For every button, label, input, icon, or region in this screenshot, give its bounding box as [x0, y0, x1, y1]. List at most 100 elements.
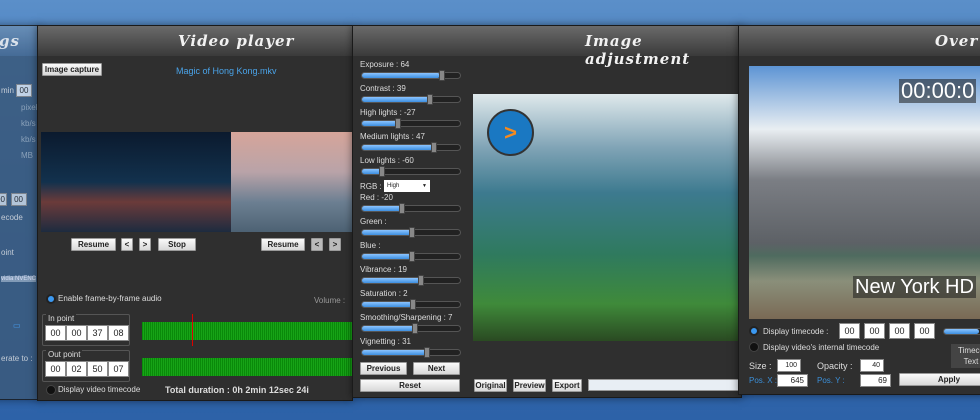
posy-field[interactable]: 69 [860, 374, 891, 387]
frame-audio-radio[interactable] [46, 294, 56, 304]
internal-timecode-radio[interactable] [749, 342, 759, 352]
slider-handle[interactable] [427, 94, 433, 105]
slider-label: Vignetting : 31 [360, 337, 412, 346]
audio-waveform-out[interactable] [142, 358, 352, 376]
slider-label: Blue : [360, 241, 381, 250]
audio-waveform-in[interactable] [142, 322, 352, 340]
slider-handle[interactable] [410, 299, 416, 310]
display-timecode-label: Display timecode : [763, 327, 829, 336]
point-label: oint [1, 248, 14, 257]
slider-handle[interactable] [431, 142, 437, 153]
adjustment-slider[interactable] [361, 347, 461, 358]
rgb-select[interactable]: High ▼ [384, 180, 430, 192]
adjustment-slider[interactable] [361, 166, 461, 177]
slider-fill [362, 326, 414, 331]
tc-field[interactable]: 00 [0, 193, 7, 206]
slider-handle[interactable] [399, 203, 405, 214]
internal-timecode-label: Display video's internal timecode [763, 343, 880, 352]
min-field[interactable]: 00 [16, 84, 32, 97]
out-point-frames[interactable]: 07 [108, 361, 129, 377]
in-point-frames[interactable]: 08 [108, 325, 129, 341]
adjustment-slider[interactable] [361, 227, 461, 238]
posx-field[interactable]: 645 [777, 374, 808, 387]
title-bar: gs [0, 26, 39, 56]
slider-handle[interactable] [395, 118, 401, 129]
display-timecode-label: Display video timecode [58, 385, 141, 394]
adjustment-slider[interactable] [361, 299, 461, 310]
text-overlay[interactable]: New York HD [853, 276, 976, 298]
original-button[interactable]: Original [474, 379, 507, 392]
adjustment-slider[interactable] [361, 94, 461, 105]
resume-button[interactable]: Resume [71, 238, 116, 251]
slider-fill [362, 278, 420, 283]
slider-fill [362, 302, 412, 307]
volume-label: Volume : [314, 296, 346, 305]
window-title: Over [935, 32, 979, 50]
adjustment-slider[interactable] [361, 70, 461, 81]
slider-handle[interactable] [379, 166, 385, 177]
tc-field[interactable]: 00 [11, 193, 27, 206]
rgb-label: RGB : [360, 182, 382, 191]
slider-label: Saturation : 2 [360, 289, 408, 298]
slider-handle[interactable] [424, 347, 430, 358]
display-timecode-radio[interactable] [46, 385, 56, 395]
timecode-minutes[interactable]: 00 [864, 323, 885, 339]
slider-handle[interactable] [409, 227, 415, 238]
size-stepper[interactable]: 100 [777, 359, 801, 372]
reset-button[interactable]: Reset [360, 379, 460, 392]
slider-label: Red : -20 [360, 193, 393, 202]
slider-handle[interactable] [412, 323, 418, 334]
out-point-minutes[interactable]: 02 [66, 361, 87, 377]
rgb-select-value: High [387, 183, 400, 189]
adjustment-slider[interactable] [361, 323, 461, 334]
previous-button[interactable]: Previous [360, 362, 407, 375]
previous-frame-button-right[interactable]: < [311, 238, 323, 251]
next-button[interactable]: Next [413, 362, 460, 375]
adjustment-slider[interactable] [361, 275, 461, 286]
out-point-seconds[interactable]: 50 [87, 361, 108, 377]
image-capture-button[interactable]: Image capture [42, 63, 102, 76]
monitor-icon: ▭ [13, 321, 21, 330]
adjustment-slider[interactable] [361, 118, 461, 129]
timecode-frames[interactable]: 00 [914, 323, 935, 339]
playhead-marker[interactable] [192, 314, 193, 346]
video-player-window: Video player Image capture Magic of Hong… [37, 25, 353, 401]
next-frame-button[interactable]: > [139, 238, 151, 251]
kbs-unit: kb/s [21, 119, 36, 128]
in-point-seconds[interactable]: 37 [87, 325, 108, 341]
adjustment-slider[interactable] [361, 142, 461, 153]
preview-button[interactable]: Preview [513, 379, 546, 392]
filename: Magic of Hong Kong.mkv [176, 66, 277, 76]
overlay-slider[interactable] [943, 328, 980, 335]
encoder-select[interactable]: vidia NVENC [1, 276, 37, 282]
out-point-hours[interactable]: 00 [45, 361, 66, 377]
adjustment-slider[interactable] [361, 203, 461, 214]
resume-button-right[interactable]: Resume [261, 238, 305, 251]
total-duration: Total duration : 0h 2min 12sec 24i [165, 385, 309, 395]
slider-handle[interactable] [409, 251, 415, 262]
previous-frame-button[interactable]: < [121, 238, 133, 251]
apply-button[interactable]: Apply [899, 373, 980, 386]
timecode-seconds[interactable]: 00 [889, 323, 910, 339]
mb-unit: MB [21, 151, 33, 160]
opacity-stepper[interactable]: 40 [860, 359, 884, 372]
in-point-hours[interactable]: 00 [45, 325, 66, 341]
window-title: gs [0, 32, 20, 50]
slider-handle[interactable] [439, 70, 445, 81]
slider-handle[interactable] [418, 275, 424, 286]
timecode-hours[interactable]: 00 [839, 323, 860, 339]
tab-timecode[interactable]: Timeco Text [951, 344, 980, 368]
slider-fill [362, 350, 426, 355]
window-title: Image adjustment [585, 32, 691, 68]
slider-label: High lights : -27 [360, 108, 416, 117]
export-button[interactable]: Export [552, 379, 582, 392]
in-point-minutes[interactable]: 00 [66, 325, 87, 341]
timecode-overlay-text[interactable]: 00:00:0 [899, 79, 977, 103]
frame-audio-label: Enable frame-by-frame audio [58, 294, 162, 303]
posx-label: Pos. X : [749, 376, 778, 385]
next-frame-button-right[interactable]: > [329, 238, 341, 251]
min-label: min [1, 86, 14, 95]
adjustment-slider[interactable] [361, 251, 461, 262]
stop-button[interactable]: Stop [158, 238, 196, 251]
display-timecode-radio[interactable] [749, 326, 759, 336]
